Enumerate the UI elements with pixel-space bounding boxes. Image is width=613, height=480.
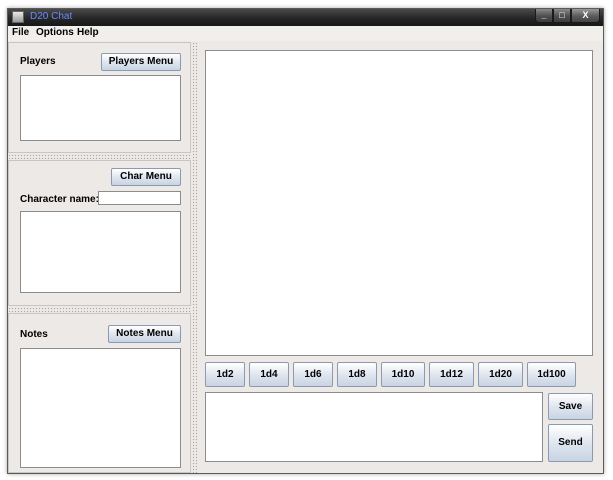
app-window: D20 Chat _ □ X File Options Help Players… — [7, 8, 604, 474]
character-name-label: Character name: — [20, 194, 99, 205]
title-bar[interactable]: D20 Chat _ □ X — [8, 9, 603, 26]
message-input[interactable] — [205, 392, 543, 462]
character-name-field[interactable] — [98, 191, 181, 205]
dice-button-1d4[interactable]: 1d4 — [249, 362, 289, 387]
left-panel: Players Players Menu Char Menu Character… — [8, 42, 192, 473]
dice-button-1d12[interactable]: 1d12 — [429, 362, 474, 387]
dice-button-1d6[interactable]: 1d6 — [293, 362, 333, 387]
players-list[interactable] — [20, 75, 181, 141]
notes-menu-button[interactable]: Notes Menu — [108, 325, 181, 343]
menu-options[interactable]: Options — [36, 27, 74, 38]
dice-button-1d10[interactable]: 1d10 — [381, 362, 425, 387]
dice-button-1d2[interactable]: 1d2 — [205, 362, 245, 387]
players-label: Players — [20, 56, 56, 67]
right-panel: 1d2 1d4 1d6 1d8 1d10 1d12 1d20 1d100 Sav… — [198, 42, 603, 473]
players-section: Players Players Menu — [8, 42, 191, 153]
minimize-button[interactable]: _ — [535, 9, 553, 23]
dice-button-1d100[interactable]: 1d100 — [527, 362, 576, 387]
close-button[interactable]: X — [571, 9, 600, 23]
menu-file[interactable]: File — [12, 27, 29, 38]
menu-help[interactable]: Help — [77, 27, 99, 38]
chat-log[interactable] — [205, 50, 593, 356]
character-sheet-area[interactable] — [20, 211, 181, 293]
window-title: D20 Chat — [30, 11, 73, 22]
dice-button-1d8[interactable]: 1d8 — [337, 362, 377, 387]
maximize-button[interactable]: □ — [553, 9, 571, 23]
char-menu-button[interactable]: Char Menu — [111, 168, 181, 186]
notes-textarea[interactable] — [20, 348, 181, 468]
character-section: Char Menu Character name: — [8, 160, 191, 306]
notes-label: Notes — [20, 329, 48, 340]
send-button[interactable]: Send — [548, 424, 593, 462]
save-button[interactable]: Save — [548, 393, 593, 420]
app-icon — [12, 11, 24, 23]
players-menu-button[interactable]: Players Menu — [101, 53, 181, 71]
dice-button-1d20[interactable]: 1d20 — [478, 362, 523, 387]
menu-bar: File Options Help — [8, 26, 603, 41]
notes-section: Notes Notes Menu — [8, 313, 191, 473]
